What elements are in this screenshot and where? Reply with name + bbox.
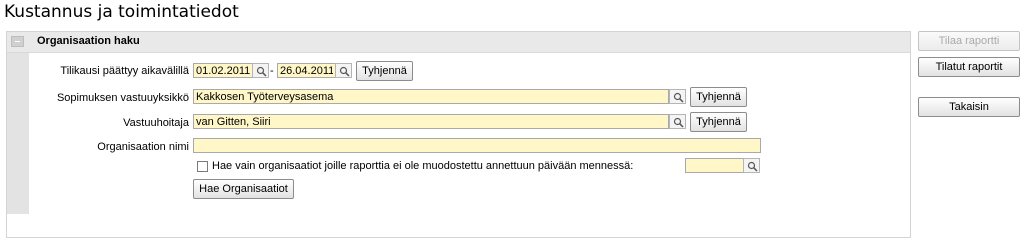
responsible-clear-button[interactable]: Tyhjennä	[690, 112, 747, 132]
period-start-field[interactable]	[193, 63, 253, 78]
responsible-field[interactable]	[193, 114, 669, 129]
magnifier-icon[interactable]	[743, 158, 760, 173]
period-label: Tilikausi päättyy aikavälillä	[60, 65, 189, 77]
ordered-reports-button[interactable]: Tilatut raportit	[918, 57, 1020, 77]
magnifier-icon[interactable]	[669, 114, 686, 129]
contract-unit-label: Sopimuksen vastuuyksikkö	[56, 92, 189, 104]
contract-unit-clear-button[interactable]: Tyhjennä	[690, 87, 747, 107]
contract-unit-field[interactable]	[193, 89, 669, 104]
magnifier-icon[interactable]	[669, 89, 686, 104]
page-title: Kustannus ja toimintatiedot	[4, 2, 239, 22]
panel-side-strip	[7, 32, 29, 214]
responsible-label: Vastuuhoitaja	[123, 117, 189, 129]
period-end-field[interactable]	[277, 63, 336, 78]
panel-header: Organisaation haku	[7, 32, 910, 53]
only-orgs-label: Hae vain organisaatiot joille raporttia …	[212, 160, 634, 172]
minus-icon[interactable]	[11, 36, 24, 47]
only-orgs-checkbox[interactable]	[197, 161, 208, 172]
period-separator: -	[270, 65, 274, 77]
magnifier-icon[interactable]	[335, 63, 352, 78]
back-button[interactable]: Takaisin	[918, 97, 1020, 117]
org-name-label: Organisaation nimi	[97, 141, 189, 153]
panel-heading: Organisaation haku	[37, 35, 140, 47]
org-name-field[interactable]	[193, 138, 761, 153]
search-organisations-button[interactable]: Hae Organisaatiot	[193, 179, 294, 199]
magnifier-icon[interactable]	[252, 63, 269, 78]
order-report-button[interactable]: Tilaa raportti	[918, 31, 1020, 51]
period-clear-button[interactable]: Tyhjennä	[356, 61, 413, 81]
only-orgs-date-field[interactable]	[685, 158, 744, 173]
